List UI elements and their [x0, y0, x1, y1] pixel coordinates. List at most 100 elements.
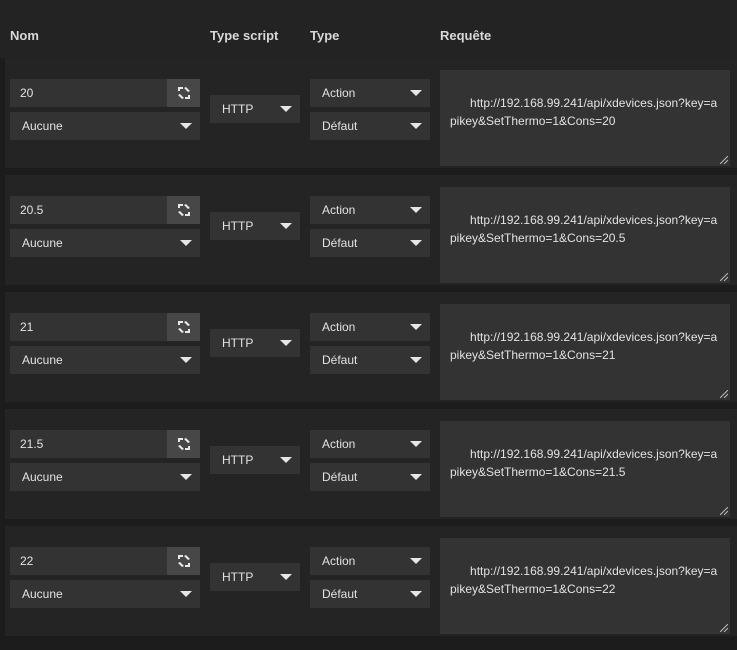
caret-down-icon — [410, 558, 422, 564]
swap-button[interactable] — [167, 196, 200, 224]
name-input[interactable] — [10, 547, 172, 575]
caret-down-icon — [180, 591, 192, 597]
script-type-value: HTTP — [222, 102, 254, 116]
command-table: Nom Type script Type Requête Aucune HTTP… — [0, 0, 737, 650]
type-value: Action — [322, 437, 356, 451]
caret-down-icon — [280, 457, 292, 463]
option-value: Aucune — [22, 353, 63, 367]
header-type: Type — [310, 28, 340, 43]
caret-down-icon — [280, 106, 292, 112]
caret-down-icon — [410, 441, 422, 447]
subtype-value: Défaut — [322, 353, 358, 367]
caret-down-icon — [280, 223, 292, 229]
option-value: Aucune — [22, 236, 63, 250]
swap-button[interactable] — [167, 430, 200, 458]
request-text: http://192.168.99.241/api/xdevices.json?… — [450, 213, 718, 245]
subtype-value: Défaut — [322, 470, 358, 484]
caret-down-icon — [410, 324, 422, 330]
header-requete: Requête — [440, 28, 492, 43]
caret-down-icon — [280, 574, 292, 580]
option-select[interactable]: Aucune — [10, 463, 200, 491]
option-value: Aucune — [22, 470, 63, 484]
script-type-value: HTTP — [222, 570, 254, 584]
option-select[interactable]: Aucune — [10, 346, 200, 374]
request-textarea[interactable]: http://192.168.99.241/api/xdevices.json?… — [440, 421, 730, 517]
request-textarea[interactable]: http://192.168.99.241/api/xdevices.json?… — [440, 70, 730, 166]
script-type-value: HTTP — [222, 336, 254, 350]
table-row: Aucune HTTP Action Défaut http://192.168… — [5, 526, 737, 636]
option-select[interactable]: Aucune — [10, 580, 200, 608]
request-text: http://192.168.99.241/api/xdevices.json?… — [450, 96, 718, 128]
type-value: Action — [322, 554, 356, 568]
type-select[interactable]: Action — [310, 313, 430, 341]
type-select[interactable]: Action — [310, 430, 430, 458]
resize-handle-icon[interactable] — [720, 390, 728, 398]
request-text: http://192.168.99.241/api/xdevices.json?… — [450, 564, 718, 596]
swap-icon — [177, 321, 190, 333]
resize-handle-icon[interactable] — [720, 624, 728, 632]
script-type-select[interactable]: HTTP — [210, 563, 300, 591]
name-input[interactable] — [10, 196, 172, 224]
script-type-value: HTTP — [222, 219, 254, 233]
table-row: Aucune HTTP Action Défaut http://192.168… — [5, 175, 737, 285]
resize-handle-icon[interactable] — [720, 273, 728, 281]
caret-down-icon — [410, 591, 422, 597]
caret-down-icon — [410, 123, 422, 129]
table-row: Aucune HTTP Action Défaut http://192.168… — [5, 58, 737, 168]
subtype-select[interactable]: Défaut — [310, 112, 430, 140]
header-type-script: Type script — [210, 28, 279, 43]
swap-button[interactable] — [167, 547, 200, 575]
subtype-value: Défaut — [322, 236, 358, 250]
caret-down-icon — [180, 474, 192, 480]
caret-down-icon — [180, 123, 192, 129]
caret-down-icon — [410, 357, 422, 363]
caret-down-icon — [280, 340, 292, 346]
request-textarea[interactable]: http://192.168.99.241/api/xdevices.json?… — [440, 304, 730, 400]
resize-handle-icon[interactable] — [720, 156, 728, 164]
type-select[interactable]: Action — [310, 547, 430, 575]
type-select[interactable]: Action — [310, 79, 430, 107]
option-value: Aucune — [22, 587, 63, 601]
script-type-select[interactable]: HTTP — [210, 329, 300, 357]
table-header: Nom Type script Type Requête — [0, 0, 737, 58]
type-select[interactable]: Action — [310, 196, 430, 224]
option-select[interactable]: Aucune — [10, 112, 200, 140]
script-type-value: HTTP — [222, 453, 254, 467]
swap-icon — [177, 87, 190, 99]
caret-down-icon — [180, 357, 192, 363]
header-nom: Nom — [10, 28, 39, 43]
request-text: http://192.168.99.241/api/xdevices.json?… — [450, 447, 718, 479]
caret-down-icon — [410, 207, 422, 213]
swap-icon — [177, 438, 190, 450]
caret-down-icon — [410, 90, 422, 96]
subtype-select[interactable]: Défaut — [310, 463, 430, 491]
subtype-select[interactable]: Défaut — [310, 346, 430, 374]
request-textarea[interactable]: http://192.168.99.241/api/xdevices.json?… — [440, 538, 730, 634]
name-input[interactable] — [10, 313, 172, 341]
option-select[interactable]: Aucune — [10, 229, 200, 257]
request-text: http://192.168.99.241/api/xdevices.json?… — [450, 330, 718, 362]
caret-down-icon — [410, 240, 422, 246]
script-type-select[interactable]: HTTP — [210, 446, 300, 474]
script-type-select[interactable]: HTTP — [210, 212, 300, 240]
subtype-value: Défaut — [322, 587, 358, 601]
subtype-select[interactable]: Défaut — [310, 580, 430, 608]
request-textarea[interactable]: http://192.168.99.241/api/xdevices.json?… — [440, 187, 730, 283]
subtype-select[interactable]: Défaut — [310, 229, 430, 257]
swap-button[interactable] — [167, 313, 200, 341]
name-input[interactable] — [10, 79, 172, 107]
swap-icon — [177, 204, 190, 216]
type-value: Action — [322, 203, 356, 217]
table-row: Aucune HTTP Action Défaut http://192.168… — [5, 409, 737, 519]
swap-icon — [177, 555, 190, 567]
type-value: Action — [322, 86, 356, 100]
caret-down-icon — [180, 240, 192, 246]
subtype-value: Défaut — [322, 119, 358, 133]
caret-down-icon — [410, 474, 422, 480]
option-value: Aucune — [22, 119, 63, 133]
swap-button[interactable] — [167, 79, 200, 107]
name-input[interactable] — [10, 430, 172, 458]
script-type-select[interactable]: HTTP — [210, 95, 300, 123]
table-row: Aucune HTTP Action Défaut http://192.168… — [5, 292, 737, 402]
resize-handle-icon[interactable] — [720, 507, 728, 515]
